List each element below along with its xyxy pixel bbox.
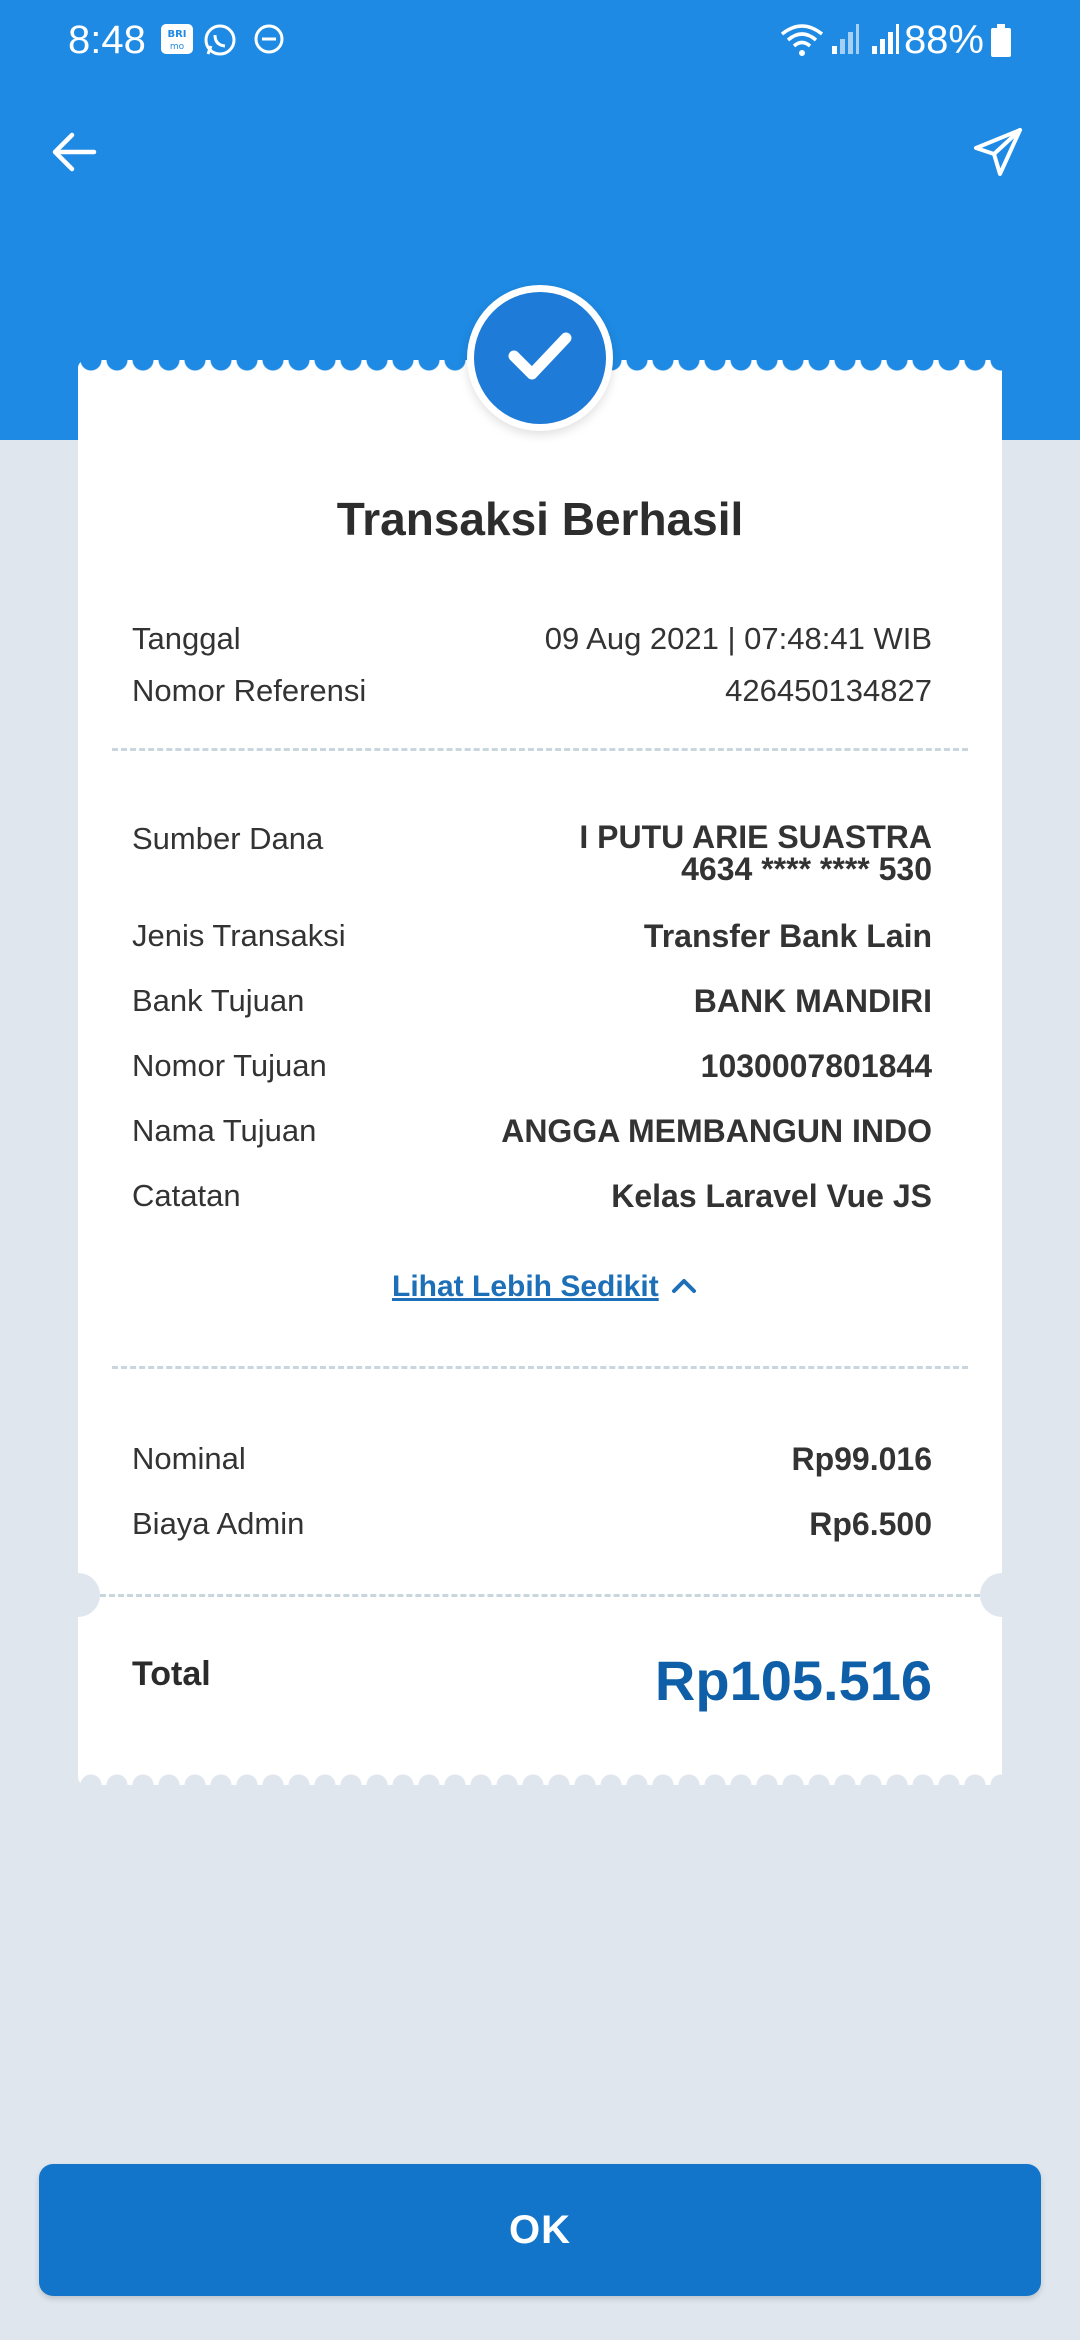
- svg-text:mo: mo: [170, 42, 185, 52]
- destination-bank-value: BANK MANDIRI: [693, 983, 932, 1019]
- source-name: I PUTU ARIE SUASTRA: [579, 819, 932, 855]
- battery-percentage: 88%: [903, 18, 984, 62]
- receipt-notch-right: [980, 1573, 1024, 1617]
- transaction-type-value: Transfer Bank Lain: [643, 918, 932, 954]
- signal-icon: [830, 22, 860, 61]
- nominal-label: Nominal: [132, 1441, 246, 1476]
- note-label: Catatan: [132, 1178, 241, 1213]
- signal-icon: [870, 22, 900, 61]
- show-less-label: Lihat Lebih Sedikit: [392, 1270, 659, 1303]
- checkmark-icon: [508, 330, 572, 387]
- status-time: 8:48: [68, 18, 146, 62]
- back-button[interactable]: [38, 118, 110, 190]
- share-button[interactable]: [962, 118, 1034, 190]
- admin-fee-label: Biaya Admin: [132, 1506, 305, 1541]
- total-value: Rp105.516: [654, 1649, 932, 1712]
- divider: [100, 1594, 980, 1597]
- page-title: Transaksi Berhasil: [336, 493, 744, 545]
- destination-bank-label: Bank Tujuan: [132, 983, 305, 1018]
- destination-number-value: 1030007801844: [700, 1048, 932, 1084]
- wifi-icon: [780, 22, 824, 63]
- source-value: I PUTU ARIE SUASTRA 4634 **** **** 530: [579, 821, 932, 885]
- battery-icon: [990, 24, 1012, 63]
- whatsapp-icon: [202, 22, 238, 63]
- send-icon: [972, 126, 1024, 183]
- receipt-notch-left: [56, 1573, 100, 1617]
- success-badge: [467, 285, 613, 431]
- ok-button[interactable]: OK: [39, 2164, 1041, 2296]
- admin-fee-value: Rp6.500: [809, 1506, 932, 1542]
- transaction-type-label: Jenis Transaksi: [132, 918, 346, 953]
- receipt-bottom-edge: [78, 1759, 1002, 1785]
- reference-label: Nomor Referensi: [132, 673, 367, 708]
- svg-text:BRI: BRI: [167, 29, 186, 40]
- dnd-icon: [252, 22, 286, 61]
- divider: [112, 1366, 968, 1369]
- destination-number-label: Nomor Tujuan: [132, 1048, 327, 1083]
- reference-value: 426450134827: [725, 673, 932, 708]
- divider: [112, 748, 968, 751]
- source-label: Sumber Dana: [132, 821, 324, 856]
- destination-name-value: ANGGA MEMBANGUN INDO: [501, 1113, 932, 1149]
- date-value: 09 Aug 2021 | 07:48:41 WIB: [544, 621, 932, 656]
- nominal-value: Rp99.016: [791, 1441, 932, 1477]
- destination-name-label: Nama Tujuan: [132, 1113, 317, 1148]
- status-bar: 8:48 BRI mo 88%: [0, 0, 1080, 86]
- total-label: Total: [132, 1655, 211, 1693]
- show-less-link[interactable]: Lihat Lebih Sedikit: [392, 1270, 697, 1304]
- date-label: Tanggal: [132, 621, 241, 656]
- note-value: Kelas Laravel Vue JS: [611, 1178, 932, 1214]
- arrow-left-icon: [50, 130, 98, 179]
- source-account: 4634 **** **** 530: [681, 851, 932, 887]
- brimo-app-icon: BRI mo: [160, 22, 194, 61]
- chevron-up-icon: [671, 1276, 697, 1299]
